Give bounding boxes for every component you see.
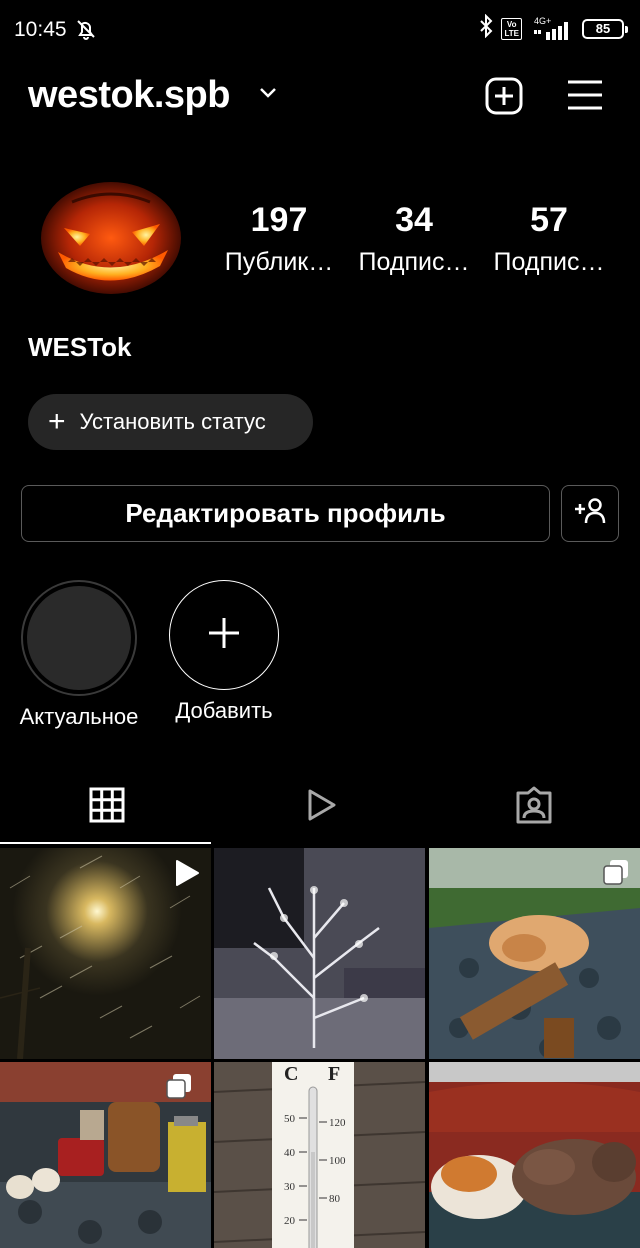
set-status-label: Установить статус <box>79 409 266 434</box>
stat-followers[interactable]: 34 Подпис… <box>349 200 479 284</box>
thermo-c-label: C <box>284 1063 298 1085</box>
thermo-tick: 50 <box>284 1113 296 1125</box>
post-thumbnail[interactable]: C F 50 40 30 20 120 100 80 <box>214 1062 425 1248</box>
stat-following[interactable]: 57 Подпис… <box>484 200 614 284</box>
post-thumbnail[interactable] <box>429 1062 640 1248</box>
battery-icon: 85 <box>582 18 628 39</box>
highlight-label: Добавить <box>175 698 273 723</box>
post-thumbnail[interactable] <box>214 848 425 1059</box>
set-status-button[interactable]: + Установить статус <box>28 394 313 450</box>
chevron-down-icon[interactable] <box>258 86 278 105</box>
volte-icon: Vo LTE <box>501 17 522 40</box>
thermo-tick: 100 <box>329 1155 346 1167</box>
plus-icon <box>206 615 242 656</box>
stat-posts[interactable]: 197 Публик… <box>214 200 344 284</box>
thermo-tick: 30 <box>284 1181 296 1193</box>
post-thumbnail[interactable] <box>429 848 640 1059</box>
add-person-icon <box>573 497 607 530</box>
grid-icon <box>89 787 125 828</box>
tab-posts[interactable] <box>0 768 213 846</box>
status-bar: 10:45 Vo LTE 4G+ 85 <box>0 0 640 60</box>
tab-tagged[interactable] <box>427 768 640 846</box>
post-thumbnail[interactable] <box>0 1062 211 1248</box>
profile-tabs <box>0 768 640 846</box>
highlight-add[interactable]: Добавить <box>159 580 289 724</box>
thermo-tick: 120 <box>329 1117 346 1129</box>
reels-icon <box>302 787 338 828</box>
highlight-add-cover <box>169 580 279 690</box>
tagged-icon <box>514 785 554 830</box>
bluetooth-icon <box>479 13 493 43</box>
plus-icon: + <box>48 405 66 438</box>
carousel-icon <box>602 858 630 891</box>
display-name: WESTok <box>28 332 132 362</box>
signal-icon: 4G+ <box>530 16 574 42</box>
thermo-tick: 20 <box>284 1215 296 1227</box>
highlight-label: Актуальное <box>19 704 139 729</box>
thermo-f-label: F <box>328 1063 340 1085</box>
edit-profile-button[interactable]: Редактировать профиль <box>21 485 550 542</box>
username-switcher[interactable]: westok.spb <box>28 74 230 117</box>
highlight-archive[interactable]: Актуальное <box>14 580 144 730</box>
tab-reels[interactable] <box>213 768 426 846</box>
alarm-off-icon <box>72 17 100 46</box>
active-tab-indicator <box>0 842 211 844</box>
create-post-icon[interactable] <box>484 76 524 121</box>
discover-people-button[interactable] <box>561 485 619 542</box>
thermo-tick: 40 <box>284 1147 296 1159</box>
avatar[interactable] <box>32 166 190 306</box>
posts-grid: C F 50 40 30 20 120 100 80 <box>0 848 640 1248</box>
carousel-icon <box>165 1072 193 1105</box>
highlight-cover <box>21 580 137 696</box>
reel-play-icon <box>173 858 201 893</box>
status-time: 10:45 <box>14 18 67 41</box>
thermo-tick: 80 <box>329 1193 341 1205</box>
post-thumbnail[interactable] <box>0 848 211 1059</box>
menu-icon[interactable] <box>566 78 604 117</box>
